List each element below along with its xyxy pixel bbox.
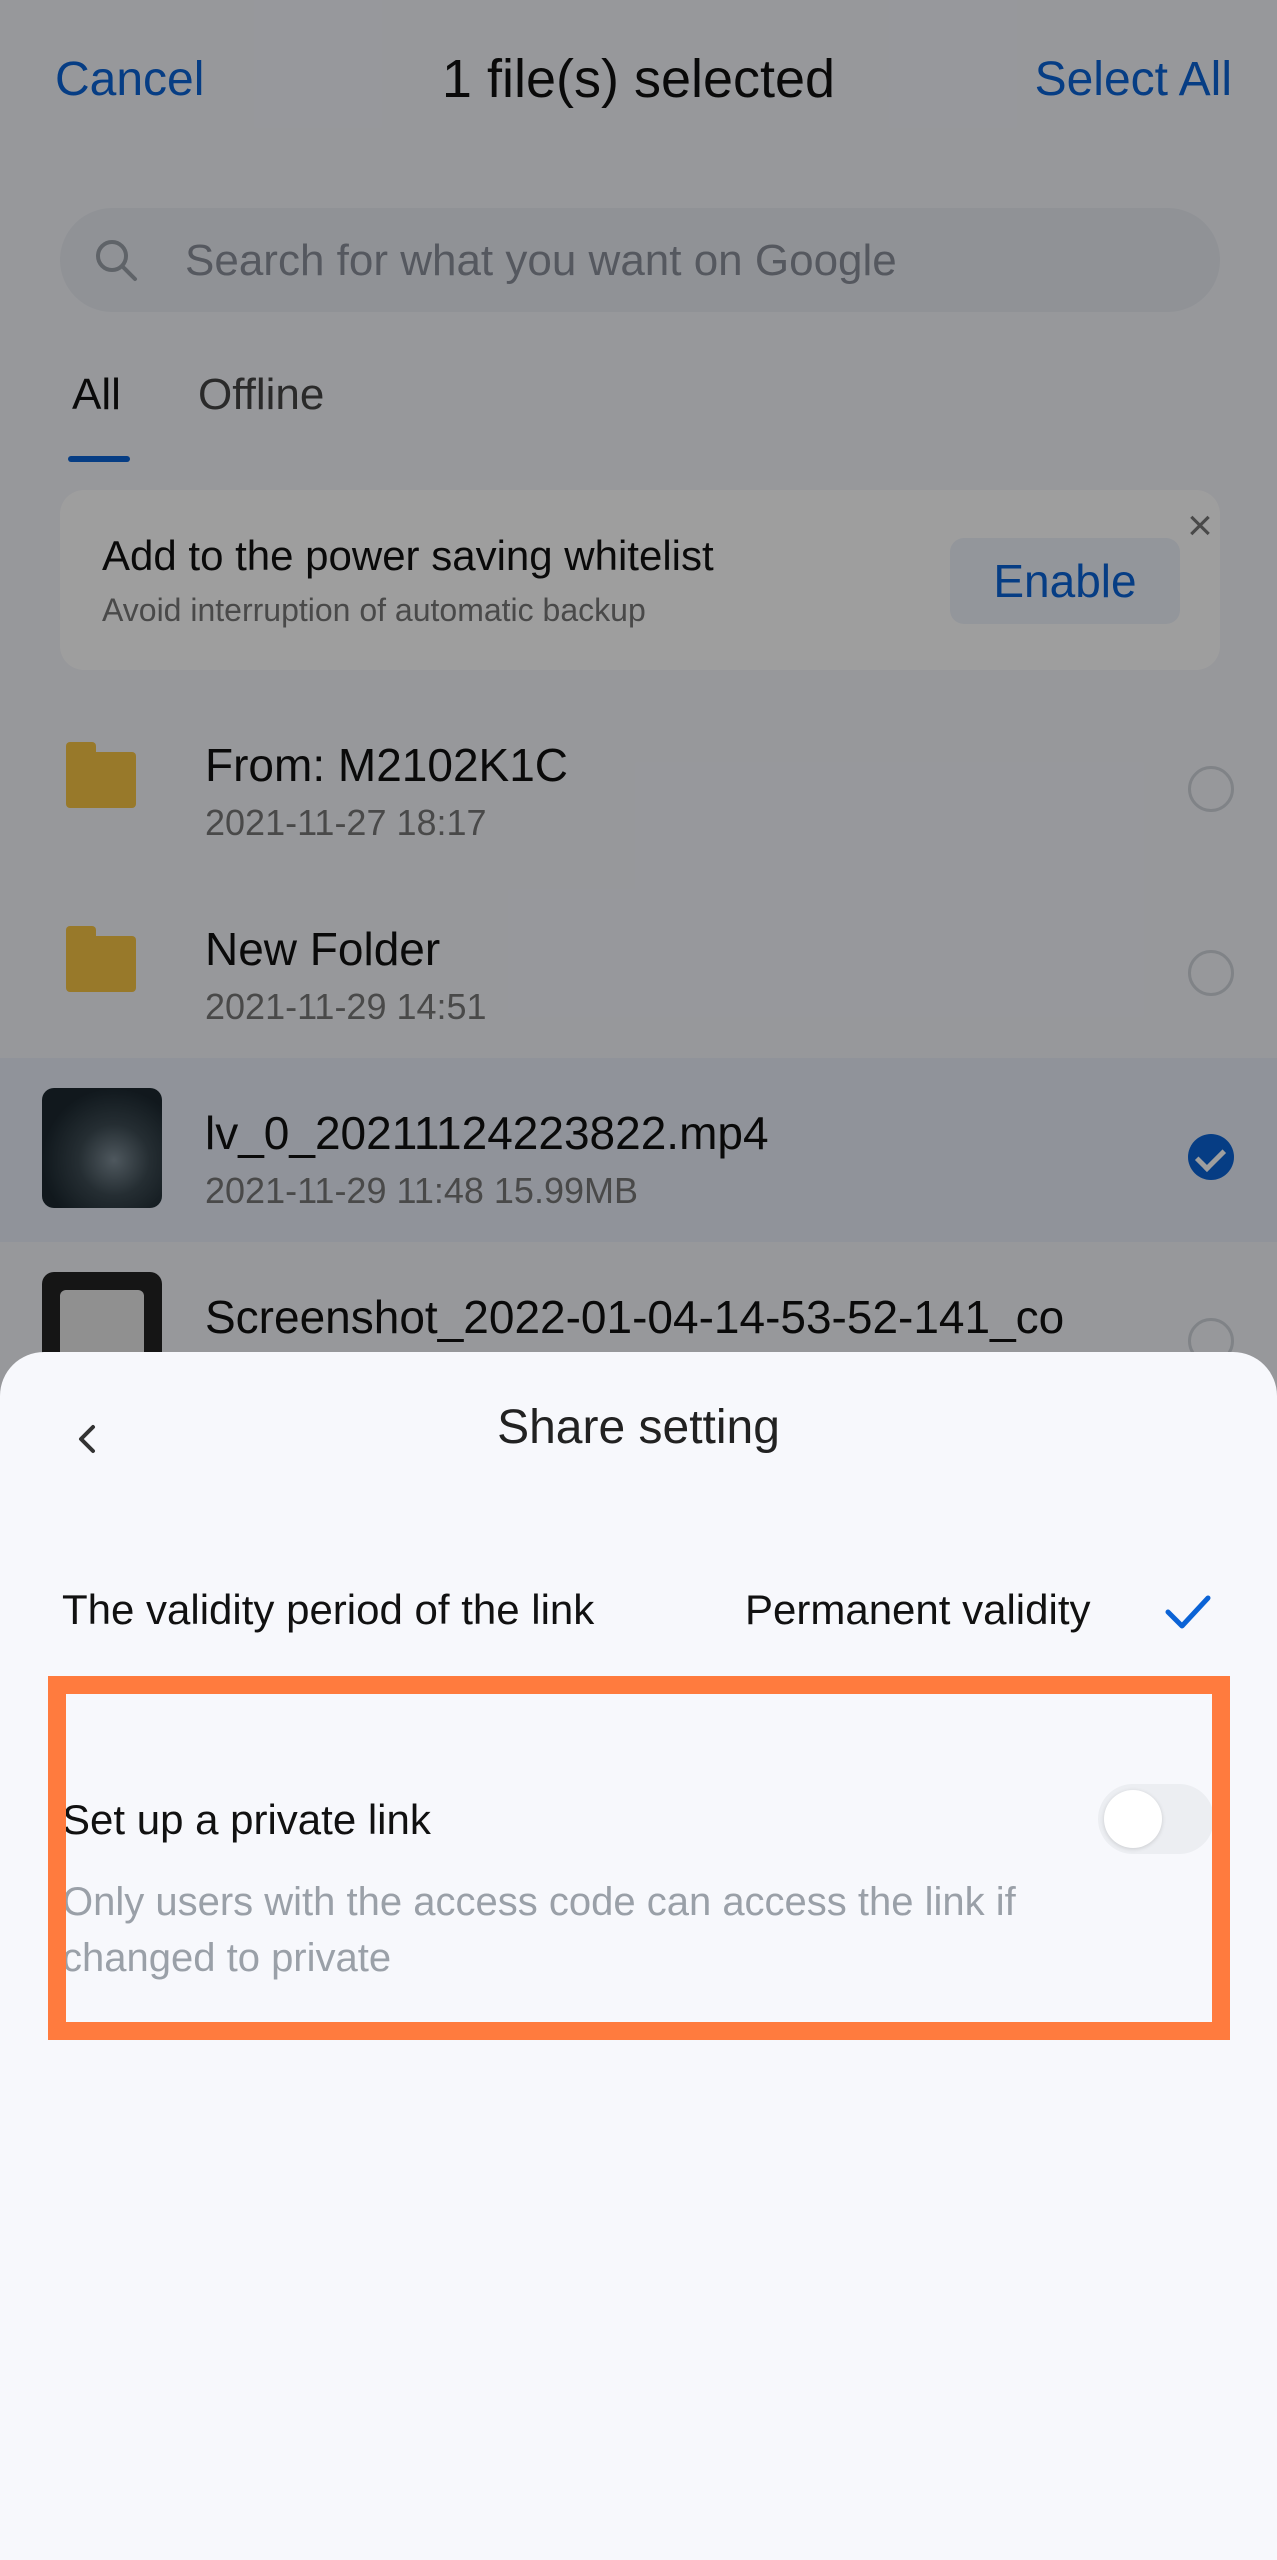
validity-value[interactable]: Permanent validity xyxy=(745,1586,1091,1634)
highlight-box xyxy=(48,1676,1230,2040)
validity-row[interactable]: The validity period of the link Permanen… xyxy=(0,1572,1277,1652)
share-setting-sheet: Share setting The validity period of the… xyxy=(0,1352,1277,2560)
validity-label: The validity period of the link xyxy=(62,1586,595,1633)
sheet-title: Share setting xyxy=(497,1401,780,1454)
check-icon xyxy=(1165,1595,1211,1629)
private-link-section: Set up a private link Only users with th… xyxy=(0,1352,1277,1980)
